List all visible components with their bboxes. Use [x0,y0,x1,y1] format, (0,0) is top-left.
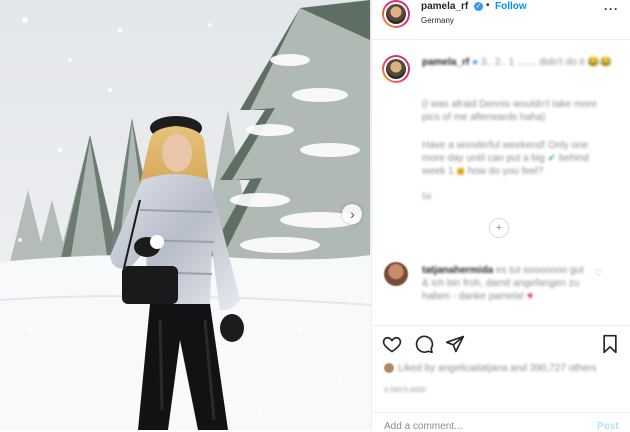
commenter-username[interactable]: tatjanahermida [422,265,493,276]
post-comment-button[interactable]: Post [597,421,619,432]
snowy-forest-photo [0,0,371,430]
commenter-avatar[interactable] [384,262,408,286]
comments-section: pamela_rf ● 3.. 2.. 1 ....... didn't do … [372,40,630,325]
author-username[interactable]: pamela_rf [421,1,468,12]
action-bar: Liked by angelicaitatjana and 390,727 ot… [372,325,630,432]
like-heart-icon[interactable] [382,334,402,354]
comment-input[interactable]: Add a comment... [384,421,462,432]
verified-badge-icon: ● [472,57,479,68]
post-details-panel: pamela_rf ✓ • Follow Germany ··· pamela_… [371,0,630,432]
post-header: pamela_rf ✓ • Follow Germany ··· [372,0,630,40]
caption-username[interactable]: pamela_rf [422,57,469,68]
separator-dot: • [486,0,490,11]
post-photo[interactable]: › [0,0,371,430]
liker-avatar [384,363,394,373]
emoji-icon: ◼ [456,166,465,177]
caption-timestamp: 5d [422,192,431,201]
caption-avatar[interactable] [382,55,410,83]
post-time-ago: 4 DAYS AGO [384,387,426,394]
likes-text: Liked by angelicaitatjana and 390,727 ot… [398,363,597,374]
caption-text-c: how do you feel? [467,166,544,177]
add-comment-bar: Add a comment... Post [372,412,630,432]
heart-emoji-icon: ♥ [527,291,534,302]
comment-icon[interactable] [414,334,434,354]
avatar[interactable] [382,0,410,28]
caption-paragraph-1: (I was afraid Dennis wouldn't take more … [422,99,597,123]
caption-text-line1: 3.. 2.. 1 ....... didn't do it [480,57,585,68]
plus-icon: + [495,221,503,234]
caption-first-line: pamela_rf ● 3.. 2.. 1 ....... didn't do … [422,56,622,69]
location-link[interactable]: Germany [421,16,454,25]
caption-paragraph-2: Have a wonderful weekend! Only one more … [422,139,612,178]
share-icon[interactable] [445,334,465,354]
more-options-icon[interactable]: ··· [604,2,619,16]
comment-item: tatjanahermida es tut sooooooo gut & ich… [422,264,592,303]
follow-button[interactable]: Follow [495,1,527,12]
likes-summary[interactable]: Liked by angelicaitatjana and 390,727 ot… [384,362,624,376]
load-more-comments-button[interactable]: + [489,218,509,238]
verified-badge-icon: ✓ [474,2,483,11]
instagram-post: › pamela_rf ✓ • Follow Germany ··· pamel… [0,0,630,432]
chevron-right-icon: › [350,206,355,222]
save-bookmark-icon[interactable] [600,334,620,354]
caption-emoji: 😂😂 [587,57,613,68]
checkmark-emoji-icon: ✔ [547,153,557,164]
next-photo-button[interactable]: › [342,204,362,224]
comment-like-heart-icon[interactable]: ♡ [594,268,603,279]
